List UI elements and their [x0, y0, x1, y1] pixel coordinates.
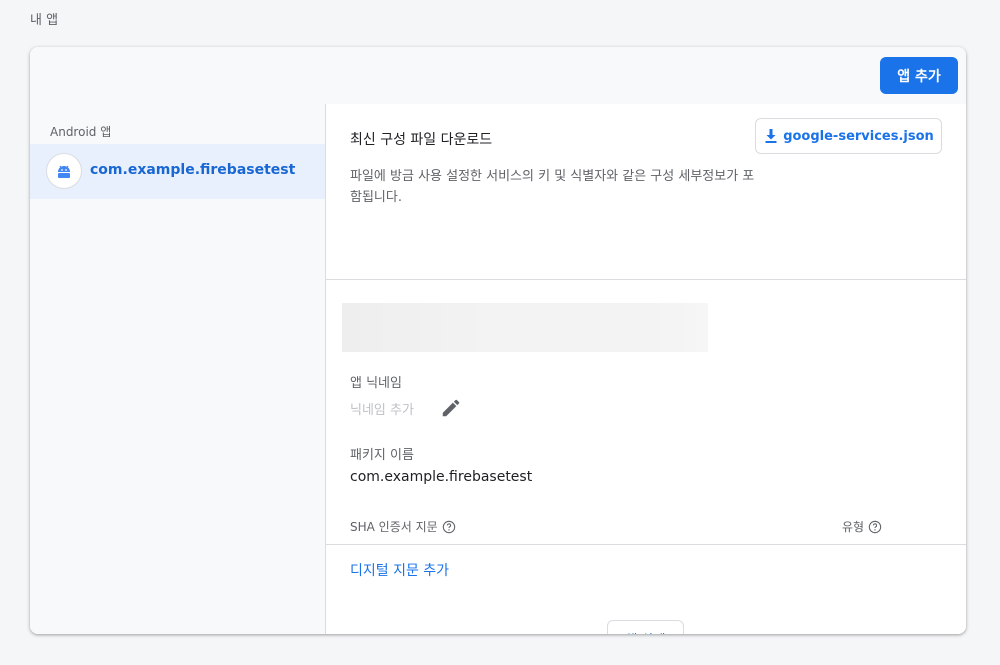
- app-settings-card: 앱 추가 Android 앱 com.example.firebasetest …: [30, 47, 966, 634]
- add-fingerprint-link[interactable]: 디지털 지문 추가: [350, 560, 449, 580]
- sidebar-item-firebasetest[interactable]: com.example.firebasetest: [30, 144, 325, 199]
- sha-fingerprint-header: SHA 인증서 지문: [350, 518, 456, 535]
- android-icon: [46, 153, 82, 189]
- section-divider: [326, 279, 966, 280]
- delete-app-button[interactable]: 앱 삭제: [607, 620, 684, 634]
- download-config-description: 파일에 방금 사용 설정한 서비스의 키 및 식별자와 같은 구성 세부정보가 …: [350, 169, 755, 205]
- edit-pencil-icon[interactable]: [440, 397, 462, 419]
- sidebar-item-label: com.example.firebasetest: [90, 162, 296, 178]
- add-app-button[interactable]: 앱 추가: [880, 57, 958, 94]
- page-section-title: 내 앱: [30, 13, 59, 28]
- type-header: 유형: [842, 518, 882, 535]
- type-header-label: 유형: [842, 520, 865, 534]
- nickname-placeholder: 닉네임 추가: [350, 403, 414, 418]
- download-google-services-button[interactable]: google-services.json: [755, 118, 942, 154]
- app-details-panel: 최신 구성 파일 다운로드 파일에 방금 사용 설정한 서비스의 키 및 식별자…: [326, 104, 966, 634]
- help-icon[interactable]: [442, 520, 456, 534]
- app-sidebar: Android 앱 com.example.firebasetest: [30, 104, 326, 634]
- download-button-label: google-services.json: [783, 128, 934, 144]
- package-name-value: com.example.firebasetest: [350, 469, 533, 485]
- loading-placeholder: [342, 303, 708, 352]
- package-name-label: 패키지 이름: [350, 448, 414, 463]
- download-config-title: 최신 구성 파일 다운로드: [350, 132, 493, 148]
- nickname-label: 앱 닉네임: [350, 376, 402, 391]
- download-icon: [765, 129, 777, 143]
- fingerprint-divider: [326, 544, 966, 545]
- card-header: 앱 추가: [30, 47, 966, 104]
- sha-header-label: SHA 인증서 지문: [350, 520, 438, 534]
- help-icon[interactable]: [868, 520, 882, 534]
- sidebar-heading: Android 앱: [50, 125, 112, 139]
